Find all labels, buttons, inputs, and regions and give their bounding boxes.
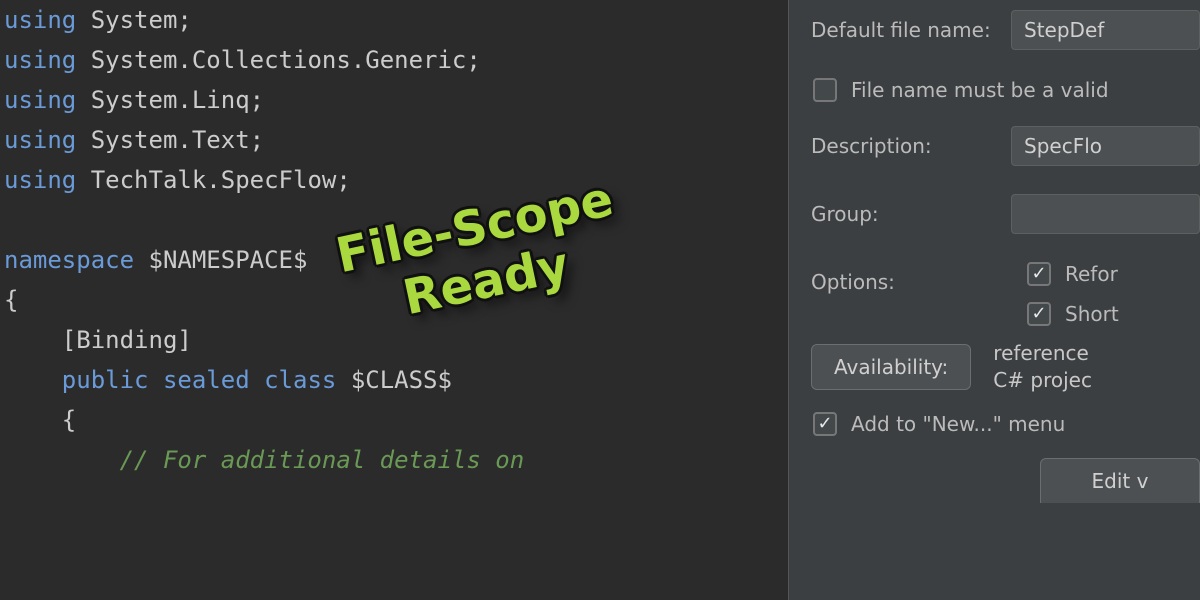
availability-text: reference C# projec xyxy=(993,340,1092,394)
keyword-using: using xyxy=(4,46,76,74)
identifier: System.Collections.Generic xyxy=(91,46,467,74)
code-line: using System.Collections.Generic; xyxy=(4,40,788,80)
attribute: [Binding] xyxy=(62,326,192,354)
keyword-using: using xyxy=(4,166,76,194)
reformat-label: Refor xyxy=(1065,262,1118,286)
add-to-new-row: Add to "New..." menu xyxy=(813,412,1200,436)
code-line: { xyxy=(4,280,788,320)
code-line: using System; xyxy=(4,0,788,40)
keyword-class: class xyxy=(264,366,336,394)
edit-button-row: Edit v xyxy=(811,458,1200,503)
shorten-label: Short xyxy=(1065,302,1119,326)
identifier: System.Text xyxy=(91,126,250,154)
option-shorten: Short xyxy=(1027,302,1119,326)
semicolon: ; xyxy=(177,6,191,34)
code-line: [Binding] xyxy=(4,320,788,360)
option-reformat: Refor xyxy=(1027,262,1119,286)
add-to-new-label: Add to "New..." menu xyxy=(851,412,1065,436)
template-placeholder: $CLASS$ xyxy=(351,366,452,394)
availability-text-line: reference xyxy=(993,340,1092,367)
options-block: Options: Refor Short xyxy=(811,262,1200,326)
availability-text-line: C# projec xyxy=(993,367,1092,394)
identifier: System.Linq xyxy=(91,86,250,114)
default-file-name-label: Default file name: xyxy=(811,18,1011,42)
options-label: Options: xyxy=(811,262,1027,294)
options-list: Refor Short xyxy=(1027,262,1119,326)
availability-row: Availability: reference C# projec xyxy=(811,340,1200,394)
keyword-namespace: namespace xyxy=(4,246,134,274)
settings-panel: Default file name: File name must be a v… xyxy=(788,0,1200,600)
shorten-checkbox[interactable] xyxy=(1027,302,1051,326)
edit-button[interactable]: Edit v xyxy=(1040,458,1200,503)
code-line-blank xyxy=(4,200,788,240)
code-editor[interactable]: using System; using System.Collections.G… xyxy=(0,0,788,600)
group-input[interactable] xyxy=(1011,194,1200,234)
description-row: Description: xyxy=(811,126,1200,166)
semicolon: ; xyxy=(466,46,480,74)
code-line: using System.Text; xyxy=(4,120,788,160)
code-line: { xyxy=(4,400,788,440)
availability-button[interactable]: Availability: xyxy=(811,344,971,390)
keyword-using: using xyxy=(4,86,76,114)
semicolon: ; xyxy=(250,126,264,154)
keyword-public: public xyxy=(62,366,149,394)
description-label: Description: xyxy=(811,134,1011,158)
file-name-valid-label: File name must be a valid xyxy=(851,78,1109,102)
group-row: Group: xyxy=(811,194,1200,234)
code-line: public sealed class $CLASS$ xyxy=(4,360,788,400)
default-file-name-input[interactable] xyxy=(1011,10,1200,50)
file-name-valid-row: File name must be a valid xyxy=(813,78,1200,102)
file-name-valid-checkbox[interactable] xyxy=(813,78,837,102)
code-line: using System.Linq; xyxy=(4,80,788,120)
keyword-sealed: sealed xyxy=(163,366,250,394)
default-file-name-row: Default file name: xyxy=(811,10,1200,50)
template-placeholder: $NAMESPACE$ xyxy=(149,246,308,274)
identifier: System xyxy=(91,6,178,34)
identifier: TechTalk.SpecFlow xyxy=(91,166,337,194)
keyword-using: using xyxy=(4,6,76,34)
comment: // For additional details on xyxy=(120,446,525,474)
code-line: using TechTalk.SpecFlow; xyxy=(4,160,788,200)
semicolon: ; xyxy=(336,166,350,194)
code-line: // For additional details on xyxy=(4,440,788,480)
add-to-new-checkbox[interactable] xyxy=(813,412,837,436)
description-input[interactable] xyxy=(1011,126,1200,166)
semicolon: ; xyxy=(250,86,264,114)
group-label: Group: xyxy=(811,202,1011,226)
open-brace: { xyxy=(4,286,18,314)
reformat-checkbox[interactable] xyxy=(1027,262,1051,286)
code-line: namespace $NAMESPACE$ xyxy=(4,240,788,280)
open-brace: { xyxy=(62,406,76,434)
keyword-using: using xyxy=(4,126,76,154)
